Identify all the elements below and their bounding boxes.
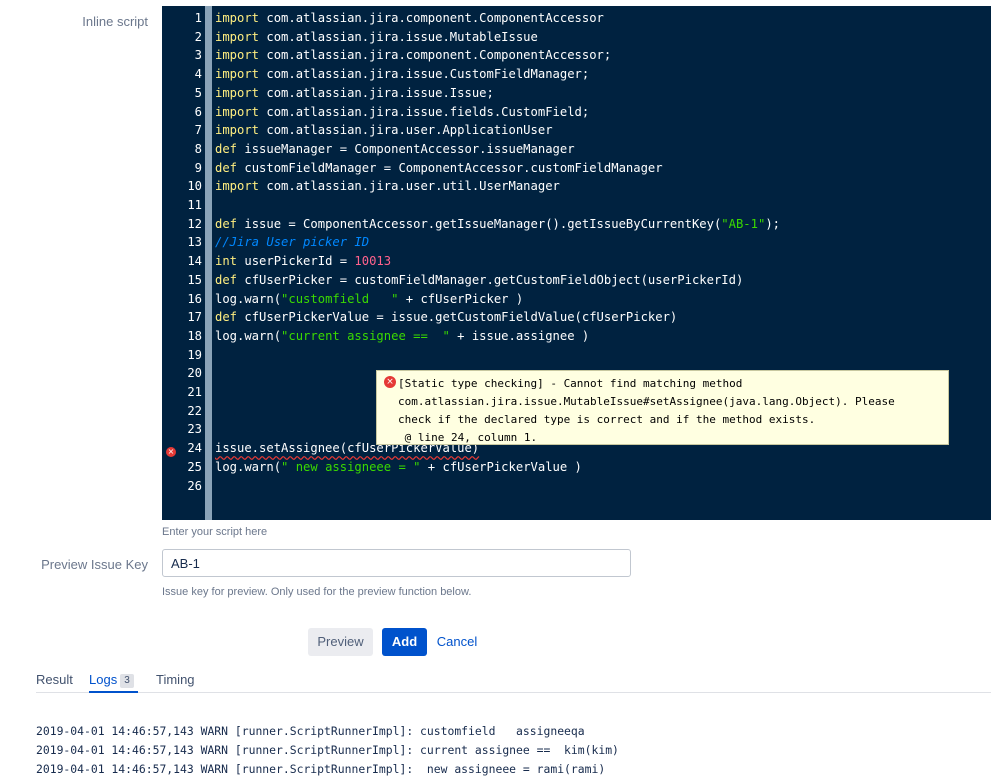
tab-timing[interactable]: Timing [156, 672, 195, 687]
preview-issue-key-input[interactable] [162, 549, 631, 577]
code-text: import com.atlassian.jira.component.Comp… [215, 11, 604, 25]
code-line: 5 import com.atlassian.jira.issue.Issue; [162, 84, 991, 103]
code-text: def cfUserPickerValue = issue.getCustomF… [215, 310, 678, 325]
code-text: import com.atlassian.jira.issue.MutableI… [215, 29, 538, 44]
cancel-link[interactable]: Cancel [434, 628, 480, 656]
active-tab-indicator [89, 691, 138, 693]
preview-button[interactable]: Preview [308, 628, 373, 656]
preview-issue-key-label: Preview Issue Key [41, 557, 148, 572]
line-number: 3 [194, 48, 202, 63]
line-number: 26 [187, 478, 202, 493]
code-text: def issueManager = ComponentAccessor.iss… [215, 141, 575, 156]
code-text: int userPickerId = 10013 [215, 254, 392, 269]
error-tooltip: × [Static type checking] - Cannot find m… [376, 370, 949, 445]
code-line: 10 import com.atlassian.jira.user.util.Us… [162, 177, 991, 196]
line-number: 13 [187, 235, 202, 250]
code-line: 2 import com.atlassian.jira.issue.Mutable… [162, 28, 991, 47]
line-number: 18 [187, 328, 202, 343]
line-number: 9 [194, 160, 202, 175]
code-text: import com.atlassian.jira.issue.fields.C… [215, 104, 590, 119]
code-line: 6 import com.atlassian.jira.issue.fields.… [162, 103, 991, 122]
inline-script-label: Inline script [82, 14, 148, 29]
tooltip-line: @ line 24, column 1. [398, 431, 538, 444]
tooltip-line: check if the declared type is correct an… [398, 413, 816, 426]
code-line: 9 def customFieldManager = ComponentAcces… [162, 159, 991, 178]
line-number: 15 [187, 272, 202, 287]
code-line: 14 int userPickerId = 10013 [162, 252, 991, 271]
line-number: 11 [187, 198, 202, 212]
code-line: 7 import com.atlassian.jira.user.Applicat… [162, 121, 991, 140]
code-text: import com.atlassian.jira.issue.Issue; [215, 85, 494, 100]
code-text: log.warn("current assignee == " + issue.… [215, 328, 590, 343]
log-line: 2019-04-01 14:46:57,143 WARN [runner.Scr… [36, 762, 606, 776]
code-line: 4 import com.atlassian.jira.issue.CustomF… [162, 65, 991, 84]
code-line: 17 def cfUserPickerValue = issue.getCusto… [162, 308, 991, 327]
code-line: 19 [162, 346, 991, 365]
line-number: 23 [187, 422, 202, 437]
tooltip-line: com.atlassian.jira.issue.MutableIssue#se… [398, 395, 895, 408]
code-text: log.warn("customfield " + cfUserPicker ) [215, 291, 524, 306]
line-number: 17 [187, 310, 202, 325]
error-icon: × [384, 376, 396, 388]
code-line: 26 [162, 477, 991, 496]
code-text: import com.atlassian.jira.issue.CustomFi… [215, 67, 590, 82]
line-number: 2 [194, 29, 202, 44]
code-line: 11 [162, 196, 991, 215]
line-number: 21 [187, 385, 202, 399]
line-number: 16 [187, 291, 202, 306]
tab-logs[interactable]: Logs 3 [89, 672, 134, 688]
tab-logs-label: Logs [89, 672, 118, 687]
line-number: 8 [194, 141, 202, 156]
line-number: 10 [187, 179, 202, 194]
code-text: def issue = ComponentAccessor.getIssueMa… [215, 216, 781, 231]
code-line: 12 def issue = ComponentAccessor.getIssue… [162, 215, 991, 234]
code-text: import com.atlassian.jira.user.Applicati… [215, 123, 553, 138]
line-number: 4 [194, 67, 202, 82]
line-number: 5 [194, 85, 202, 100]
code-line: 25 log.warn(" new assigneee = " + cfUserP… [162, 458, 991, 477]
code-line: 3 import com.atlassian.jira.component.Com… [162, 46, 991, 65]
error-marker-icon[interactable]: × [166, 447, 176, 457]
code-line: 8 def issueManager = ComponentAccessor.is… [162, 140, 991, 159]
code-text: def customFieldManager = ComponentAccess… [215, 160, 663, 175]
line-number: 20 [187, 366, 202, 381]
line-number: 19 [187, 347, 202, 362]
line-number: 7 [194, 123, 202, 138]
line-number: 14 [187, 254, 202, 269]
issue-key-hint: Issue key for preview. Only used for the… [162, 586, 472, 598]
line-number: 25 [187, 459, 202, 474]
line-number: 1 [194, 11, 202, 25]
result-tabs: Result Logs 3 Timing [36, 672, 991, 694]
line-number: 22 [187, 403, 202, 418]
line-number: 12 [187, 216, 202, 231]
code-line: 13 //Jira User picker ID [162, 233, 991, 252]
tab-result[interactable]: Result [36, 672, 73, 687]
script-hint: Enter your script here [162, 526, 268, 538]
logs-count-badge: 3 [120, 674, 134, 688]
code-line: 1 import com.atlassian.jira.component.Com… [162, 9, 991, 28]
code-text: //Jira User picker ID [215, 235, 370, 250]
line-number: 6 [194, 104, 202, 119]
code-text: import com.atlassian.jira.component.Comp… [215, 48, 612, 63]
code-line: 15 def cfUserPicker = customFieldManager.… [162, 271, 991, 290]
code-text: import com.atlassian.jira.user.util.User… [215, 179, 560, 194]
tooltip-line: [Static type checking] - Cannot find mat… [398, 377, 743, 390]
log-line: 2019-04-01 14:46:57,143 WARN [runner.Scr… [36, 724, 585, 738]
code-text: log.warn(" new assigneee = " + cfUserPic… [215, 459, 582, 474]
code-text: def cfUserPicker = customFieldManager.ge… [215, 272, 744, 287]
log-output: 2019-04-01 14:46:57,143 WARN [runner.Scr… [36, 722, 619, 779]
code-line: 18 log.warn("current assignee == " + issu… [162, 327, 991, 346]
log-line: 2019-04-01 14:46:57,143 WARN [runner.Scr… [36, 743, 619, 757]
code-line: 16 log.warn("customfield " + cfUserPicker… [162, 290, 991, 309]
add-button[interactable]: Add [382, 628, 427, 656]
